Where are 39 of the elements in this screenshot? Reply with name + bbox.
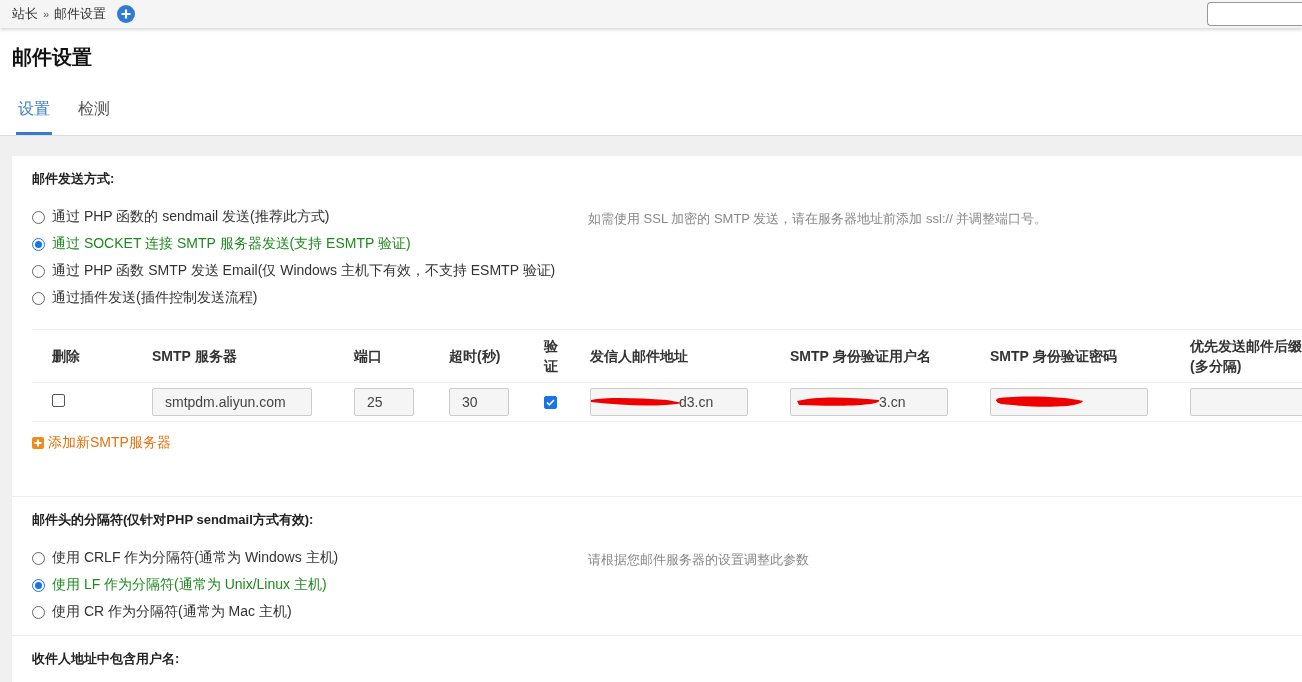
radio-option[interactable]: 通过插件发送(插件控制发送流程) [32,289,588,307]
delete-checkbox[interactable] [52,394,65,407]
radio-option[interactable]: 使用 CRLF 作为分隔符(通常为 Windows 主机) [32,549,588,567]
column-header: 超时(秒) [429,329,524,383]
search-field[interactable] [1207,2,1302,26]
radio-option[interactable]: 使用 CR 作为分隔符(通常为 Mac 主机) [32,603,588,621]
breadcrumb-item: 邮件设置 [54,5,107,23]
column-header: 优先发送邮件后缀(多分隔) [1170,329,1302,383]
radio-option[interactable]: 通过 SOCKET 连接 SMTP 服务器发送(支持 ESMTP 验证) [32,235,588,253]
page-title: 邮件设置 [12,45,93,70]
column-header: 删除 [32,329,132,383]
input-field[interactable] [990,388,1148,416]
input-field[interactable]: 30 [449,388,509,416]
section-heading: 邮件头的分隔符(仅针对PHP sendmail方式有效): [32,511,315,529]
section-heading: 收件人地址中包含用户名: [32,650,181,668]
input-field[interactable]: d3.cn [590,388,748,416]
radio-option[interactable]: 通过 PHP 函数的 sendmail 发送(推荐此方式) [32,208,588,226]
add-icon[interactable] [117,5,136,23]
column-header: SMTP 服务器 [132,329,334,383]
breadcrumb-separator: » [43,8,50,20]
input-field[interactable]: 3.cn [790,388,948,416]
add-icon [32,437,44,449]
radio-option[interactable]: 通过 PHP 函数 SMTP 发送 Email(仅 Windows 主机下有效，不支持 ESMTP 验证) [32,262,588,280]
hint-text: 如需使用 SSL 加密的 SMTP 发送，请在服务器地址前添加 ssl:// 并调整端口号。 [588,210,1048,228]
column-header: 验证 [524,329,570,383]
input-field[interactable]: smtpdm.aliyun.com [152,388,312,416]
column-header: SMTP 身份验证用户名 [770,329,970,383]
input-field[interactable]: 25 [354,388,414,416]
radio-option[interactable]: 使用 LF 作为分隔符(通常为 Unix/Linux 主机) [32,576,588,594]
column-header: SMTP 身份验证密码 [970,329,1170,383]
column-header: 发信人邮件地址 [570,329,770,383]
column-header: 端口 [334,329,429,383]
section-heading: 邮件发送方式: [32,170,116,188]
breadcrumb-item[interactable]: 站长 [12,5,38,23]
verify-checkbox[interactable] [544,396,557,409]
input-field[interactable] [1190,388,1302,416]
tab[interactable]: 设置 [16,97,52,135]
hint-text: 请根据您邮件服务器的设置调整此参数 [588,551,809,569]
tab[interactable]: 检测 [76,97,112,135]
